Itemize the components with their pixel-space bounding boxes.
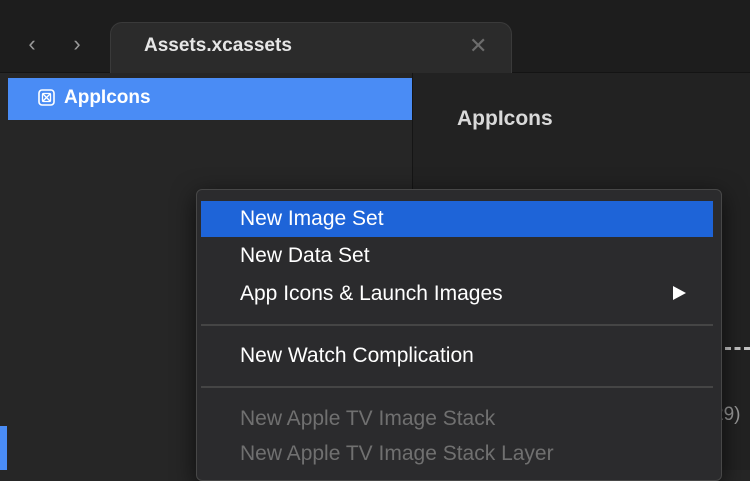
menu-item-label: New Image Set — [240, 207, 384, 230]
context-menu: New Image Set New Data Set App Icons & L… — [196, 189, 722, 481]
sidebar-item-label: AppIcons — [64, 87, 151, 108]
menu-item-app-icons-launch-images[interactable]: App Icons & Launch Images — [201, 276, 713, 312]
menu-item-new-image-set[interactable]: New Image Set — [201, 201, 713, 237]
sidebar-item-appicons[interactable]: AppIcons — [8, 78, 412, 120]
menu-item-new-data-set[interactable]: New Data Set — [201, 238, 713, 274]
submenu-arrow-icon — [673, 286, 686, 300]
menu-item-label: New Watch Complication — [240, 344, 474, 367]
menu-item-label: New Apple TV Image Stack — [240, 407, 496, 430]
page-title: AppIcons — [457, 107, 553, 130]
tab-bar: ‹ › Assets.xcassets ✕ — [0, 0, 750, 75]
selection-indicator — [0, 426, 7, 470]
tab-assets[interactable]: Assets.xcassets ✕ — [110, 22, 512, 75]
close-icon[interactable]: ✕ — [469, 33, 487, 59]
menu-item-new-watch-complication[interactable]: New Watch Complication — [201, 338, 713, 374]
menu-item-label: New Apple TV Image Stack Layer — [240, 442, 554, 465]
back-button[interactable]: ‹ — [19, 30, 45, 58]
forward-button[interactable]: › — [64, 30, 90, 58]
menu-item-label: New Data Set — [240, 244, 370, 267]
menu-separator — [201, 386, 713, 388]
menu-separator — [201, 324, 713, 326]
menu-item-label: App Icons & Launch Images — [240, 282, 503, 305]
menu-item-new-apple-tv-image-stack-layer: New Apple TV Image Stack Layer — [201, 436, 713, 472]
menu-item-new-apple-tv-image-stack: New Apple TV Image Stack — [201, 401, 713, 437]
image-slot-outline — [725, 347, 750, 358]
app-icon-set-icon — [38, 89, 55, 106]
tab-label: Assets.xcassets — [144, 35, 292, 56]
